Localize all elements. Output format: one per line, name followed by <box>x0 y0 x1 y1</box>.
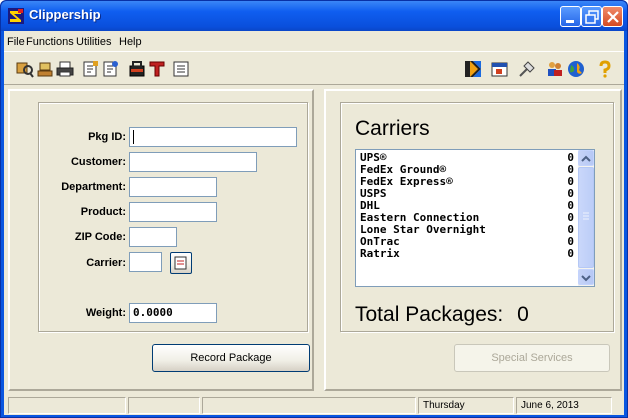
find-package-icon[interactable] <box>16 60 34 78</box>
menu-utilities[interactable]: Utilities <box>76 36 111 48</box>
carriers-group: Carriers UPS® 0 FedEx Ground® 0 FedEx Expr… <box>340 102 614 332</box>
carriers-panel: Carriers UPS® 0 FedEx Ground® 0 FedEx Expr… <box>324 89 622 391</box>
record-package-button[interactable]: Record Package <box>152 344 310 372</box>
app-window: Clippership File Functions Utilities Hel… <box>0 0 628 418</box>
zip-code-label: ZIP Code: <box>74 231 126 243</box>
carriers-title: Carriers <box>355 117 430 140</box>
minimize-button[interactable] <box>560 6 581 27</box>
close-icon <box>607 11 619 23</box>
chevron-down-icon <box>581 275 591 282</box>
weight-input[interactable]: 0.0000 <box>129 303 217 323</box>
grip-icon <box>583 212 589 220</box>
carriers-list[interactable]: UPS® 0 FedEx Ground® 0 FedEx Express® 0 USP… <box>355 149 595 287</box>
carrier-name: Ratrix <box>360 247 400 260</box>
list-icon[interactable] <box>172 60 190 78</box>
status-pane-2 <box>128 397 200 414</box>
total-packages-label: Total Packages: <box>355 303 504 326</box>
clippership-app-icon <box>8 8 24 24</box>
product-input[interactable] <box>129 202 217 222</box>
list-item[interactable]: Ratrix 0 <box>360 248 574 260</box>
window-title: Clippership <box>29 7 101 22</box>
restore-icon <box>585 10 599 24</box>
menu-functions[interactable]: Functions <box>26 36 74 48</box>
carrier-input[interactable] <box>129 252 162 272</box>
help-icon[interactable] <box>596 60 614 78</box>
weight-label: Weight: <box>85 307 126 319</box>
carriers-scrollbar[interactable] <box>578 150 594 286</box>
customer-label: Customer: <box>70 156 126 168</box>
carrier-count: 0 <box>567 247 574 260</box>
tools-icon[interactable] <box>518 60 536 78</box>
total-packages-value: 0 <box>517 303 529 326</box>
customer-input[interactable] <box>129 152 257 172</box>
chevron-up-icon <box>581 155 591 162</box>
print-icon[interactable] <box>56 60 74 78</box>
pkg-id-input[interactable] <box>129 127 297 147</box>
split-panel-icon[interactable] <box>464 60 482 78</box>
text-icon[interactable] <box>148 60 166 78</box>
text-caret <box>133 130 134 144</box>
carrier-lookup-icon <box>174 256 187 270</box>
status-day: Thursday <box>418 397 514 414</box>
scroll-thumb[interactable] <box>578 167 594 268</box>
department-label: Department: <box>61 181 126 193</box>
department-input[interactable] <box>129 177 217 197</box>
close-button[interactable] <box>602 6 623 27</box>
scale-icon[interactable] <box>36 60 54 78</box>
menu-file[interactable]: File <box>7 36 25 48</box>
total-packages: Total Packages: 0 <box>355 303 529 327</box>
status-pane-3 <box>202 397 416 414</box>
ship-form-icon[interactable] <box>82 60 100 78</box>
ship-form-alt-icon[interactable] <box>102 60 120 78</box>
pkg-id-label: Pkg ID: <box>88 131 126 143</box>
calendar-icon[interactable] <box>491 60 509 78</box>
bag-icon[interactable] <box>128 60 146 78</box>
client-area: File Functions Utilities Help Pkg ID: Cu… <box>4 31 624 415</box>
special-services-button[interactable]: Special Services <box>454 344 610 372</box>
status-pane-1 <box>8 397 126 414</box>
zip-code-input[interactable] <box>129 227 177 247</box>
package-form-group: Pkg ID: Customer: Department: Product: Z… <box>38 102 308 332</box>
status-bar: Thursday June 6, 2013 <box>4 395 624 415</box>
scroll-down-button[interactable] <box>578 269 594 285</box>
users-icon[interactable] <box>546 60 564 78</box>
minimize-icon <box>566 20 574 23</box>
menu-bar: File Functions Utilities Help <box>4 31 624 51</box>
title-bar[interactable]: Clippership <box>1 1 627 31</box>
list-item[interactable]: FedEx Express® 0 <box>360 176 574 188</box>
package-panel: Pkg ID: Customer: Department: Product: Z… <box>8 89 314 391</box>
list-item[interactable]: USPS 0 <box>360 188 574 200</box>
status-date: June 6, 2013 <box>516 397 612 414</box>
product-label: Product: <box>80 206 126 218</box>
toolbar <box>4 51 624 85</box>
maximize-button[interactable] <box>581 6 602 27</box>
menu-help[interactable]: Help <box>119 36 142 48</box>
scroll-up-button[interactable] <box>578 150 594 166</box>
carrier-label: Carrier: <box>86 257 126 269</box>
carrier-lookup-button[interactable] <box>170 252 192 274</box>
globe-icon[interactable] <box>567 60 585 78</box>
